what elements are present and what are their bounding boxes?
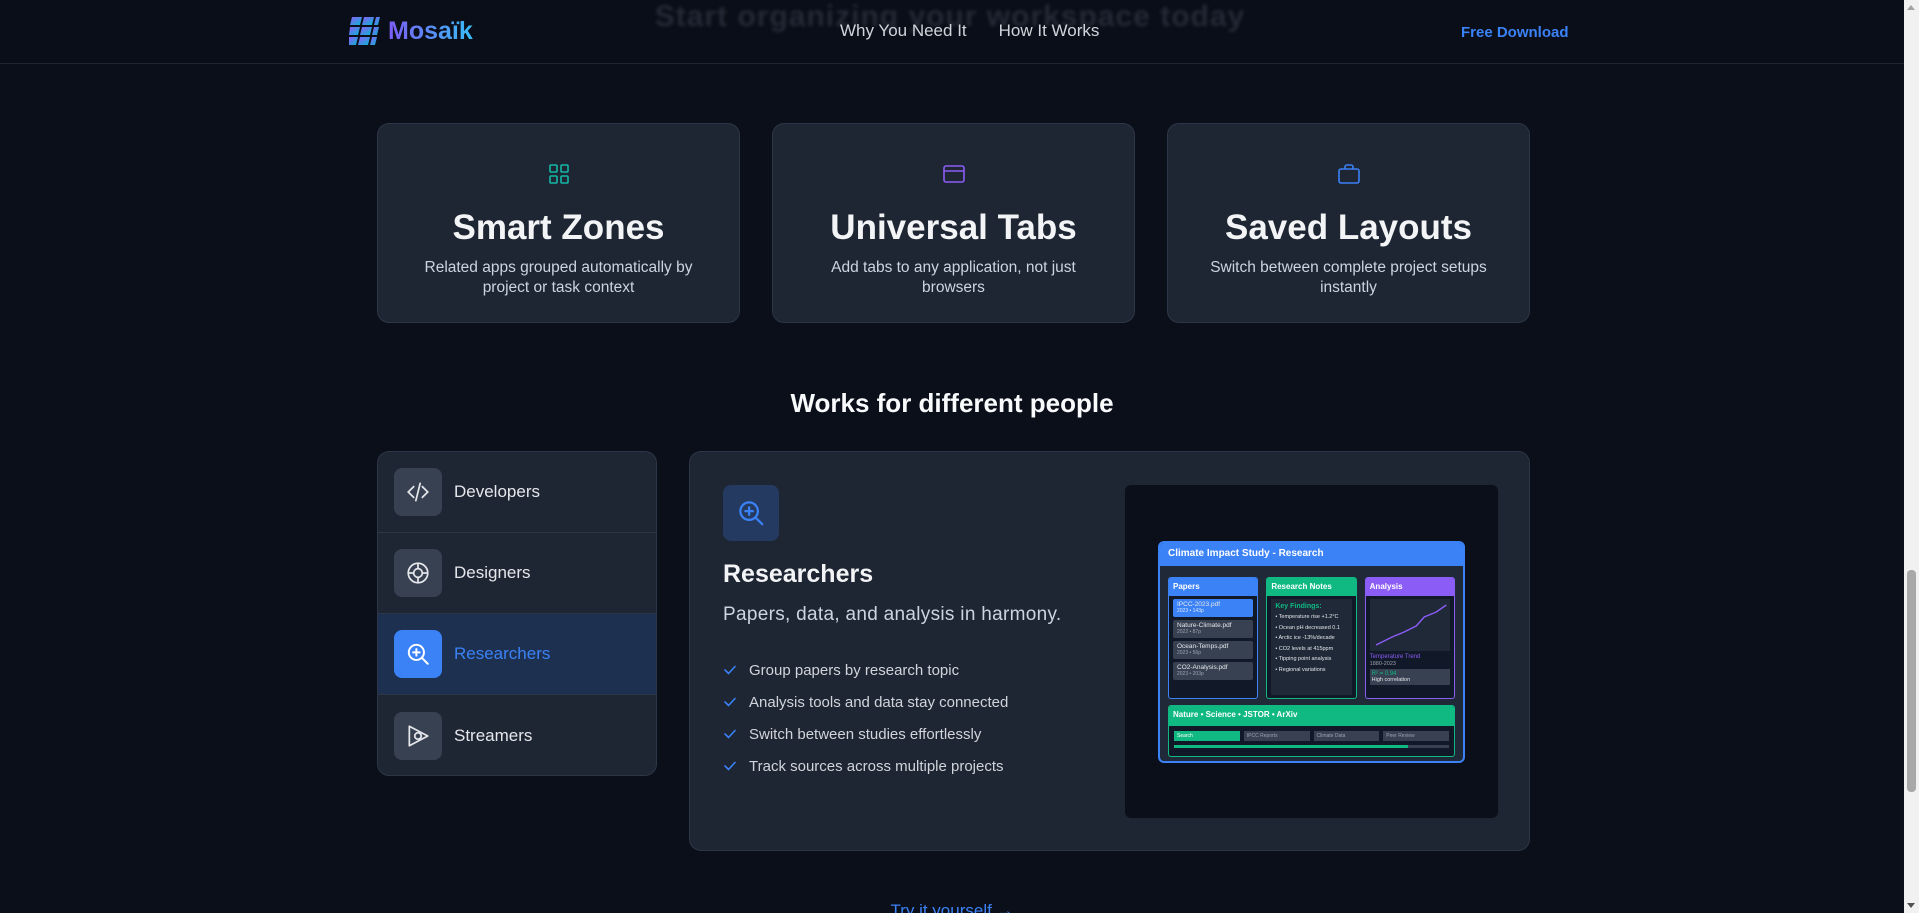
scroll-thumb[interactable] — [1907, 570, 1916, 792]
paper-name: Nature-Climate.pdf — [1177, 622, 1232, 629]
note-item: • Arctic ice -13%/decade — [1275, 635, 1335, 641]
preview-window: Climate Impact Study - Research Papers I… — [1158, 541, 1465, 763]
bullet-text: Switch between studies effortlessly — [749, 725, 982, 743]
persona-tab-designers[interactable]: Designers — [378, 533, 656, 614]
detail-title: Researchers — [723, 560, 874, 588]
sources-zone: Nature • Science • JSTOR • ArXiv Search … — [1168, 705, 1455, 757]
analysis-zone: Analysis Temperature Trend 1880-2023 R² … — [1364, 577, 1455, 699]
page-scrollbar[interactable] — [1904, 0, 1919, 913]
feature-card-saved-layouts: Saved Layouts Switch between complete pr… — [1167, 123, 1530, 323]
play-icon — [408, 724, 429, 747]
grid-icon — [548, 164, 569, 184]
feature-title: Universal Tabs — [830, 208, 1077, 247]
workspace-preview: Climate Impact Study - Research Papers I… — [1125, 485, 1498, 818]
check-icon — [724, 665, 736, 675]
mosaic-logo-icon — [349, 17, 380, 45]
magnify-plus-icon — [739, 501, 764, 526]
source-tab: Search — [1174, 731, 1240, 741]
notes-key: Key Findings: — [1275, 603, 1322, 610]
zone-header: Research Notes — [1267, 578, 1356, 596]
detail-icon-box — [723, 485, 779, 541]
check-icon — [724, 697, 736, 707]
paper-meta: 2023 • 143p — [1177, 608, 1204, 614]
persona-label: Developers — [454, 482, 540, 501]
code-icon — [407, 482, 429, 502]
zone-header: Papers — [1169, 578, 1258, 596]
scroll-down-arrow-icon[interactable] — [1907, 903, 1915, 908]
persona-list: Developers Designers Researchers Streame… — [377, 451, 657, 776]
brand-logo[interactable]: Mosaïk — [349, 15, 473, 47]
window-icon — [942, 165, 965, 183]
check-icon — [724, 761, 736, 771]
bullet-text: Track sources across multiple projects — [749, 757, 1004, 775]
list-item: Switch between studies effortlessly — [723, 718, 1008, 750]
nav-link-how[interactable]: How It Works — [999, 21, 1100, 41]
paper-item: Ocean-Temps.pdf 2023 • 56p — [1173, 641, 1254, 659]
brand-name: Mosaïk — [388, 16, 473, 45]
list-item: Group papers by research topic — [723, 654, 1008, 686]
source-tab: Peer Review — [1383, 731, 1449, 741]
section-title: Works for different people — [790, 388, 1114, 418]
note-item: • Ocean pH decreased 0.1 — [1275, 624, 1340, 631]
list-item: Analysis tools and data stay connected — [723, 686, 1008, 718]
source-tab: IPCC Reports — [1243, 731, 1310, 741]
chart-label: Temperature Trend — [1369, 654, 1421, 660]
detail-bullets: Group papers by research topic Analysis … — [723, 654, 1008, 782]
top-nav: Start organizing your workspace today Mo… — [0, 0, 1904, 64]
feature-card-smart-zones: Smart Zones Related apps grouped automat… — [377, 123, 740, 323]
paper-name: CO2-Analysis.pdf — [1177, 664, 1228, 671]
chart-range: 1880-2023 — [1369, 661, 1396, 667]
papers-zone: Papers IPCC-2023.pdf 2023 • 143p Nature-… — [1168, 577, 1259, 699]
feature-desc: Related apps grouped automatically by pr… — [424, 259, 693, 296]
source-tab: Climate Data — [1313, 731, 1380, 741]
feature-cards: Smart Zones Related apps grouped automat… — [377, 123, 1530, 323]
paper-meta: 2022 • 87p — [1177, 629, 1201, 635]
persona-label: Designers — [454, 563, 531, 582]
preview-window-title: Climate Impact Study - Research — [1160, 543, 1463, 566]
detail-subtitle: Papers, data, and analysis in harmony. — [723, 604, 1062, 625]
trend-chart — [1369, 599, 1450, 651]
note-item: • Regional variations — [1275, 666, 1326, 673]
note-item: • Tipping point analysis — [1275, 656, 1332, 662]
paper-item: CO2-Analysis.pdf 2023 • 203p — [1173, 662, 1254, 680]
paper-meta: 2023 • 56p — [1177, 650, 1201, 656]
paper-item: IPCC-2023.pdf 2023 • 143p — [1173, 599, 1254, 617]
zone-header: Analysis — [1365, 578, 1454, 596]
free-download-link[interactable]: Free Download — [1461, 24, 1569, 41]
note-item: • Temperature rise +1.2°C — [1275, 614, 1339, 620]
persona-tab-researchers[interactable]: Researchers — [378, 614, 656, 695]
feature-desc: Add tabs to any application, not just br… — [831, 259, 1076, 296]
bullet-text: Analysis tools and data stay connected — [749, 693, 1009, 711]
nav-link-why[interactable]: Why You Need It — [840, 21, 967, 41]
persona-label: Streamers — [454, 725, 533, 745]
magnify-plus-icon — [407, 643, 429, 665]
feature-desc: Switch between complete project setups i… — [1210, 259, 1487, 296]
bullet-text: Group papers by research topic — [749, 661, 960, 679]
note-item: • CO2 levels at 415ppm — [1275, 645, 1334, 652]
feature-title: Saved Layouts — [1224, 208, 1473, 247]
trend-line — [1375, 604, 1447, 646]
zone-header: Nature • Science • JSTOR • ArXiv — [1169, 706, 1454, 726]
persona-label: Researchers — [454, 644, 551, 663]
list-item: Track sources across multiple projects — [723, 750, 1008, 782]
persona-tab-streamers[interactable]: Streamers — [378, 695, 656, 775]
briefcase-icon — [1337, 164, 1360, 184]
stat-note: High correlation — [1371, 677, 1411, 683]
paper-name: Ocean-Temps.pdf — [1177, 643, 1229, 650]
target-icon — [407, 562, 429, 584]
persona-detail-panel: Researchers Papers, data, and analysis i… — [689, 451, 1530, 851]
scroll-up-arrow-icon[interactable] — [1907, 5, 1915, 10]
notes-zone: Research Notes Key Findings: • Temperatu… — [1266, 577, 1357, 699]
feature-title: Smart Zones — [452, 208, 665, 247]
try-it-link[interactable]: Try it yourself → — [0, 901, 1904, 913]
check-icon — [724, 729, 736, 739]
paper-item: Nature-Climate.pdf 2022 • 87p — [1173, 620, 1254, 638]
persona-tab-developers[interactable]: Developers — [378, 452, 656, 533]
paper-meta: 2023 • 203p — [1177, 671, 1204, 677]
feature-card-universal-tabs: Universal Tabs Add tabs to any applicati… — [772, 123, 1135, 323]
progress-line — [1174, 745, 1449, 748]
paper-name: IPCC-2023.pdf — [1177, 601, 1220, 608]
